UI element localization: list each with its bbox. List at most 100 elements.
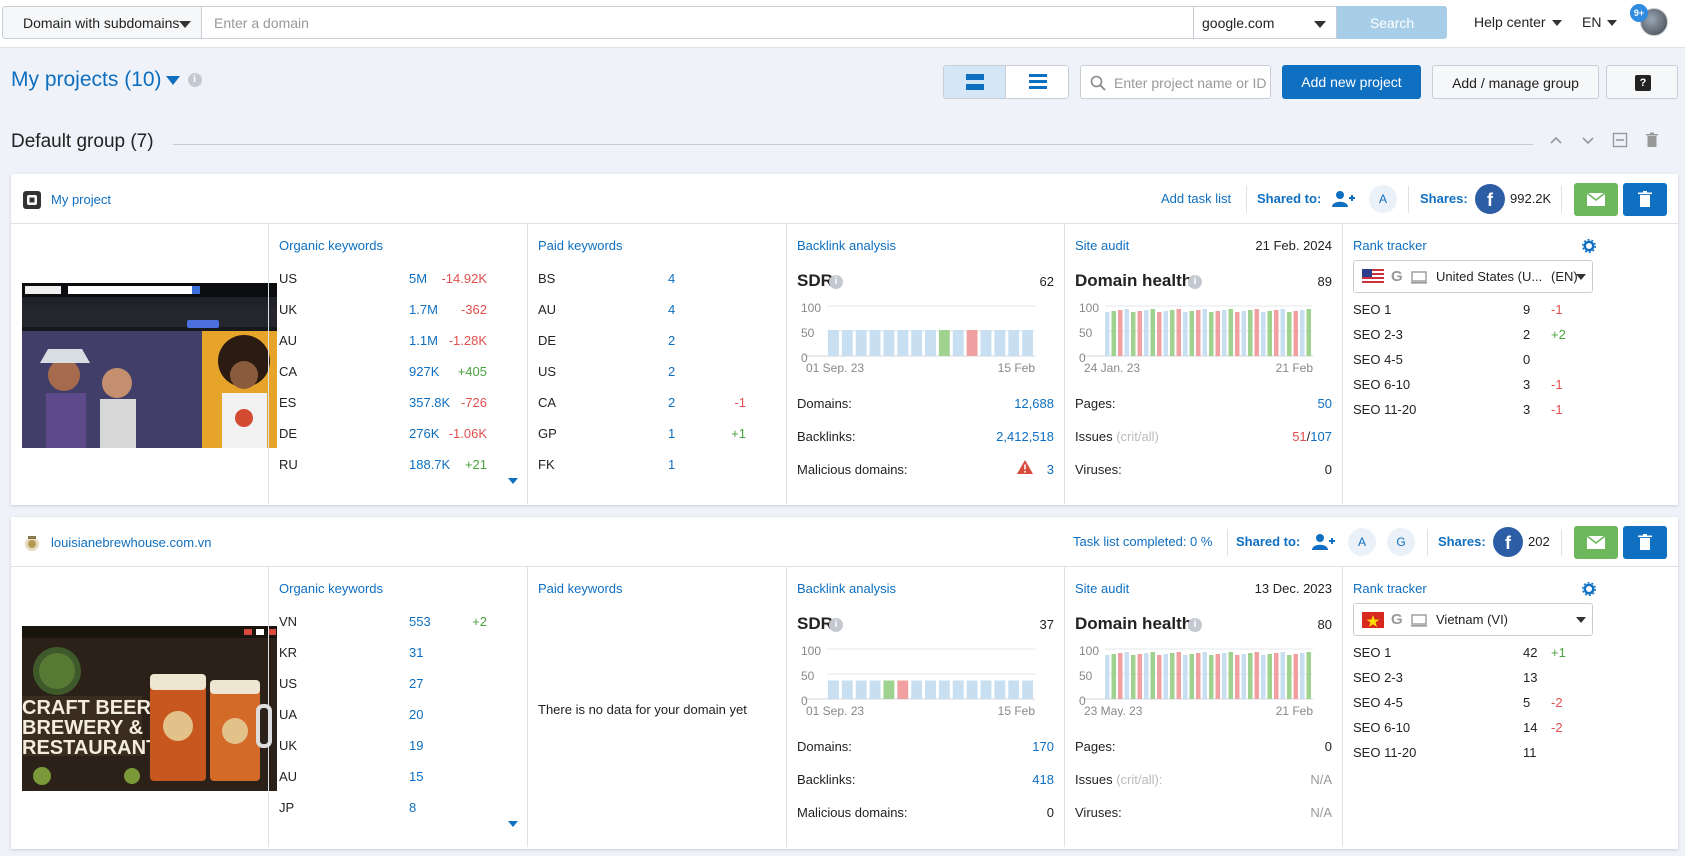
domains-value[interactable]: 170 [1032,739,1054,754]
divider [1427,529,1428,556]
task-list-completed-link[interactable]: Task list completed: 0 % [1073,534,1212,549]
warning-icon [1017,460,1033,474]
backlink-analysis-title[interactable]: Backlink analysis [797,238,896,253]
add-task-list-link[interactable]: Add task list [1161,191,1231,206]
keyword-count[interactable]: 15 [409,769,423,784]
site-audit-title[interactable]: Site audit [1075,581,1129,596]
backlink-analysis-title[interactable]: Backlink analysis [797,581,896,596]
project-name-link[interactable]: louisianebrewhouse.com.vn [51,535,211,550]
site-thumbnail[interactable] [22,283,277,448]
keyword-count[interactable]: 2 [668,364,675,379]
shared-user-avatar[interactable]: G [1387,528,1415,556]
keyword-count[interactable]: 5M [409,271,427,286]
rank-region-select[interactable]: G United States (U... (EN) [1353,260,1593,293]
rank-tracker-title[interactable]: Rank tracker [1353,238,1427,253]
keyword-country: US [279,271,298,286]
keyword-count[interactable]: 553 [409,614,431,629]
issues-value[interactable]: 51/107 [1292,429,1332,444]
email-report-button[interactable] [1574,526,1618,559]
add-user-icon[interactable] [1331,190,1355,208]
keyword-count[interactable]: 31 [409,645,423,660]
backlinks-value[interactable]: 2,412,518 [996,429,1054,444]
organic-keywords-title[interactable]: Organic keywords [279,238,383,253]
rank-bucket-label: SEO 4-5 [1353,695,1403,710]
domain-mode-select[interactable]: Domain with subdomains [2,6,202,39]
info-icon[interactable]: i [829,618,843,632]
help-button[interactable]: ? [1606,65,1678,99]
chart-bar [1274,310,1279,356]
facebook-icon[interactable]: f [1493,527,1523,557]
info-icon[interactable]: i [1188,275,1202,289]
email-report-button[interactable] [1574,183,1618,216]
list-view-button[interactable] [1007,66,1069,98]
keyword-count[interactable]: 19 [409,738,423,753]
add-user-icon[interactable] [1311,533,1335,551]
add-manage-group-button[interactable]: Add / manage group [1432,65,1599,99]
sdr-value: 37 [1039,617,1054,632]
help-center-menu[interactable]: Help center [1474,14,1562,30]
delete-project-button[interactable] [1623,526,1667,559]
divider [1246,186,1247,213]
site-audit-title[interactable]: Site audit [1075,238,1129,253]
keyword-count[interactable]: 27 [409,676,423,691]
keyword-count[interactable]: 188.7K [409,457,450,472]
project-search-input[interactable]: Enter project name or ID [1080,65,1271,99]
keyword-change: +21 [464,457,487,472]
keyword-count[interactable]: 8 [409,800,416,815]
keyword-count[interactable]: 357.8K [409,395,450,410]
language-menu[interactable]: EN [1582,14,1618,30]
info-icon[interactable]: i [187,73,202,88]
keyword-count[interactable]: 1.1M [409,333,438,348]
keyword-count[interactable]: 927K [409,364,439,379]
gear-icon[interactable] [1582,239,1596,253]
paid-keywords-title[interactable]: Paid keywords [538,238,623,253]
keyword-count[interactable]: 4 [668,271,675,286]
facebook-icon[interactable]: f [1475,184,1505,214]
delete-project-button[interactable] [1623,183,1667,216]
arrow-up-icon[interactable] [1548,132,1564,148]
grid-view-button[interactable] [944,66,1006,98]
add-new-project-button[interactable]: Add new project [1282,65,1421,99]
domain-input[interactable]: Enter a domain [202,6,1194,39]
shared-to-label: Shared to: [1236,534,1301,549]
search-button[interactable]: Search [1337,6,1447,39]
keyword-count[interactable]: 4 [668,302,675,317]
keyword-count[interactable]: 1.7M [409,302,438,317]
pages-value[interactable]: 50 [1318,396,1332,411]
site-thumbnail[interactable]: CRAFT BEER BREWERY & RESTAURANT [22,626,277,791]
trash-icon[interactable] [1644,132,1660,148]
organic-keywords-title[interactable]: Organic keywords [279,581,383,596]
info-icon[interactable]: i [1188,618,1202,632]
rank-region-select[interactable]: G Vietnam (VI) [1353,603,1593,636]
paid-keywords-title[interactable]: Paid keywords [538,581,623,596]
gear-icon[interactable] [1582,582,1596,596]
keyword-count[interactable]: 2 [668,333,675,348]
chart-bar [1163,654,1168,699]
expand-arrow-icon[interactable] [508,471,518,487]
keyword-count[interactable]: 2 [668,395,675,410]
rank-tracker-title[interactable]: Rank tracker [1353,581,1427,596]
chart-bar [1150,309,1155,356]
malicious-domains-value[interactable]: 3 [1047,462,1054,477]
info-icon[interactable]: i [829,275,843,289]
keyword-count[interactable]: 1 [668,457,675,472]
search-engine-select[interactable]: google.com [1194,6,1337,39]
collapse-icon[interactable] [1612,132,1628,148]
notification-badge[interactable]: 9+ [1630,4,1648,22]
arrow-down-icon[interactable] [1580,132,1596,148]
expand-arrow-icon[interactable] [508,814,518,830]
group-header: Default group (7) [0,130,1685,160]
malicious-domains-label: Malicious domains: [797,805,908,820]
page-title[interactable]: My projects (10) i [11,68,202,92]
shared-user-avatar[interactable]: A [1369,185,1397,213]
backlinks-value[interactable]: 418 [1032,772,1054,787]
keyword-count[interactable]: 1 [668,426,675,441]
chart-bar [1254,652,1259,699]
domains-value[interactable]: 12,688 [1014,396,1054,411]
x-end-label: 15 Feb [998,704,1036,717]
project-name-link[interactable]: My project [51,192,111,207]
divider [173,144,1533,145]
shared-user-avatar[interactable]: A [1348,528,1376,556]
keyword-count[interactable]: 276K [409,426,439,441]
keyword-count[interactable]: 20 [409,707,423,722]
